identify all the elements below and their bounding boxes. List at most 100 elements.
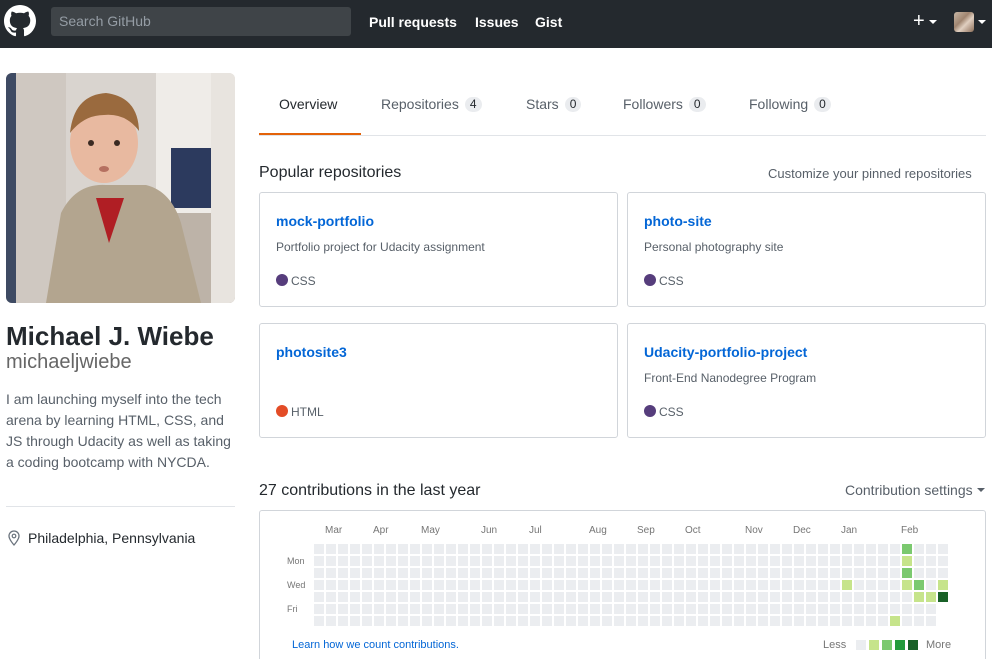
contribution-day-cell[interactable] — [314, 544, 324, 554]
contribution-day-cell[interactable] — [566, 556, 576, 566]
contribution-day-cell[interactable] — [902, 604, 912, 614]
contribution-day-cell[interactable] — [362, 568, 372, 578]
contribution-day-cell[interactable] — [362, 580, 372, 590]
contribution-day-cell[interactable] — [926, 592, 936, 602]
contribution-day-cell[interactable] — [638, 568, 648, 578]
contribution-day-cell[interactable] — [434, 568, 444, 578]
contribution-day-cell[interactable] — [914, 580, 924, 590]
contribution-day-cell[interactable] — [386, 592, 396, 602]
contribution-day-cell[interactable] — [446, 616, 456, 626]
contribution-day-cell[interactable] — [386, 568, 396, 578]
contribution-day-cell[interactable] — [734, 580, 744, 590]
contribution-day-cell[interactable] — [350, 580, 360, 590]
contribution-day-cell[interactable] — [854, 592, 864, 602]
contribution-day-cell[interactable] — [422, 556, 432, 566]
contribution-day-cell[interactable] — [326, 556, 336, 566]
contribution-day-cell[interactable] — [542, 604, 552, 614]
contribution-day-cell[interactable] — [794, 604, 804, 614]
repo-name-link[interactable]: photosite3 — [276, 343, 347, 361]
contribution-day-cell[interactable] — [446, 568, 456, 578]
contribution-day-cell[interactable] — [458, 616, 468, 626]
contribution-day-cell[interactable] — [410, 580, 420, 590]
contribution-day-cell[interactable] — [494, 604, 504, 614]
contribution-day-cell[interactable] — [794, 544, 804, 554]
contribution-day-cell[interactable] — [914, 604, 924, 614]
contribution-day-cell[interactable] — [926, 580, 936, 590]
contribution-day-cell[interactable] — [638, 544, 648, 554]
contribution-day-cell[interactable] — [554, 544, 564, 554]
chevron-down-icon[interactable] — [929, 20, 937, 24]
contribution-day-cell[interactable] — [362, 556, 372, 566]
contribution-day-cell[interactable] — [482, 568, 492, 578]
contribution-day-cell[interactable] — [326, 592, 336, 602]
contribution-day-cell[interactable] — [614, 604, 624, 614]
contribution-day-cell[interactable] — [878, 604, 888, 614]
contribution-day-cell[interactable] — [662, 580, 672, 590]
contribution-day-cell[interactable] — [722, 544, 732, 554]
contribution-day-cell[interactable] — [902, 556, 912, 566]
contribution-day-cell[interactable] — [482, 544, 492, 554]
contribution-day-cell[interactable] — [698, 580, 708, 590]
contribution-day-cell[interactable] — [602, 616, 612, 626]
contribution-day-cell[interactable] — [866, 544, 876, 554]
contribution-day-cell[interactable] — [734, 604, 744, 614]
contribution-day-cell[interactable] — [698, 568, 708, 578]
contribution-day-cell[interactable] — [566, 604, 576, 614]
contribution-day-cell[interactable] — [830, 616, 840, 626]
contribution-day-cell[interactable] — [578, 544, 588, 554]
contribution-day-cell[interactable] — [518, 568, 528, 578]
contribution-day-cell[interactable] — [494, 544, 504, 554]
contribution-day-cell[interactable] — [734, 592, 744, 602]
contribution-day-cell[interactable] — [710, 604, 720, 614]
contribution-day-cell[interactable] — [518, 616, 528, 626]
contribution-day-cell[interactable] — [806, 616, 816, 626]
contribution-day-cell[interactable] — [458, 544, 468, 554]
contribution-day-cell[interactable] — [518, 556, 528, 566]
contribution-day-cell[interactable] — [434, 604, 444, 614]
contribution-day-cell[interactable] — [710, 556, 720, 566]
contribution-day-cell[interactable] — [410, 592, 420, 602]
contribution-day-cell[interactable] — [410, 556, 420, 566]
contribution-day-cell[interactable] — [578, 604, 588, 614]
contribution-day-cell[interactable] — [650, 616, 660, 626]
contribution-day-cell[interactable] — [602, 568, 612, 578]
contribution-day-cell[interactable] — [770, 616, 780, 626]
contribution-day-cell[interactable] — [674, 544, 684, 554]
contribution-day-cell[interactable] — [890, 604, 900, 614]
contribution-day-cell[interactable] — [542, 556, 552, 566]
contribution-day-cell[interactable] — [602, 544, 612, 554]
contribution-day-cell[interactable] — [446, 580, 456, 590]
contribution-day-cell[interactable] — [710, 580, 720, 590]
contribution-day-cell[interactable] — [314, 556, 324, 566]
contribution-day-cell[interactable] — [506, 604, 516, 614]
chevron-down-icon[interactable] — [977, 488, 985, 492]
contribution-day-cell[interactable] — [770, 604, 780, 614]
contribution-day-cell[interactable] — [710, 592, 720, 602]
contribution-day-cell[interactable] — [626, 568, 636, 578]
contribution-settings-dropdown[interactable]: Contribution settings — [845, 482, 973, 498]
contribution-day-cell[interactable] — [350, 568, 360, 578]
contribution-day-cell[interactable] — [854, 580, 864, 590]
contribution-day-cell[interactable] — [662, 592, 672, 602]
contribution-day-cell[interactable] — [674, 568, 684, 578]
contribution-day-cell[interactable] — [350, 544, 360, 554]
contribution-day-cell[interactable] — [542, 580, 552, 590]
contribution-day-cell[interactable] — [926, 544, 936, 554]
contribution-day-cell[interactable] — [626, 556, 636, 566]
contribution-day-cell[interactable] — [470, 592, 480, 602]
contribution-day-cell[interactable] — [734, 544, 744, 554]
contribution-day-cell[interactable] — [686, 544, 696, 554]
contribution-day-cell[interactable] — [638, 616, 648, 626]
contribution-day-cell[interactable] — [530, 580, 540, 590]
contribution-day-cell[interactable] — [830, 568, 840, 578]
contribution-day-cell[interactable] — [374, 544, 384, 554]
contribution-day-cell[interactable] — [566, 592, 576, 602]
contribution-day-cell[interactable] — [458, 580, 468, 590]
contribution-day-cell[interactable] — [518, 604, 528, 614]
contribution-day-cell[interactable] — [770, 592, 780, 602]
contribution-day-cell[interactable] — [806, 604, 816, 614]
contribution-day-cell[interactable] — [314, 580, 324, 590]
contribution-day-cell[interactable] — [506, 592, 516, 602]
contribution-day-cell[interactable] — [638, 580, 648, 590]
contribution-day-cell[interactable] — [890, 568, 900, 578]
